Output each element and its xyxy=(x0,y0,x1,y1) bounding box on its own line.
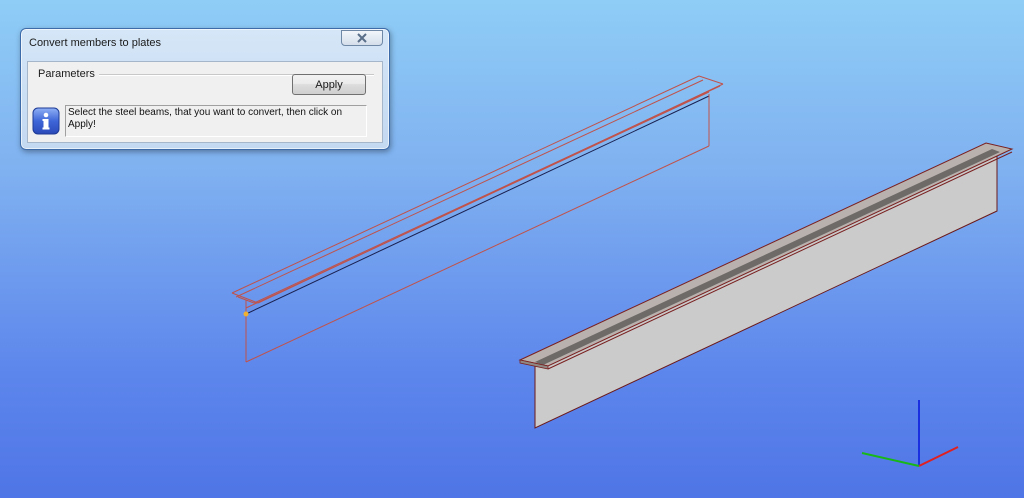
apply-button[interactable]: Apply xyxy=(292,74,366,95)
info-icon xyxy=(32,107,60,135)
close-icon xyxy=(357,33,367,43)
solid-beam[interactable] xyxy=(518,142,1014,429)
solid-beam-flange-groove xyxy=(535,149,1000,365)
dialog-title: Convert members to plates xyxy=(29,37,162,49)
axis-triad xyxy=(861,400,959,467)
close-button[interactable] xyxy=(341,30,383,46)
wire-beam-edge xyxy=(231,292,259,304)
instruction-message: Select the steel beams, that you want to… xyxy=(65,105,367,137)
solid-beam-web-face xyxy=(534,154,998,429)
y-axis-line xyxy=(861,452,920,467)
parameters-group-label: Parameters xyxy=(38,68,99,80)
solid-beam-edge xyxy=(547,151,1013,370)
wire-beam-endpoint[interactable] xyxy=(243,311,249,317)
x-axis-line xyxy=(918,446,959,467)
3d-viewport[interactable]: Convert members to plates Parameters App… xyxy=(0,0,1024,498)
convert-members-dialog[interactable]: Convert members to plates Parameters App… xyxy=(20,28,390,150)
